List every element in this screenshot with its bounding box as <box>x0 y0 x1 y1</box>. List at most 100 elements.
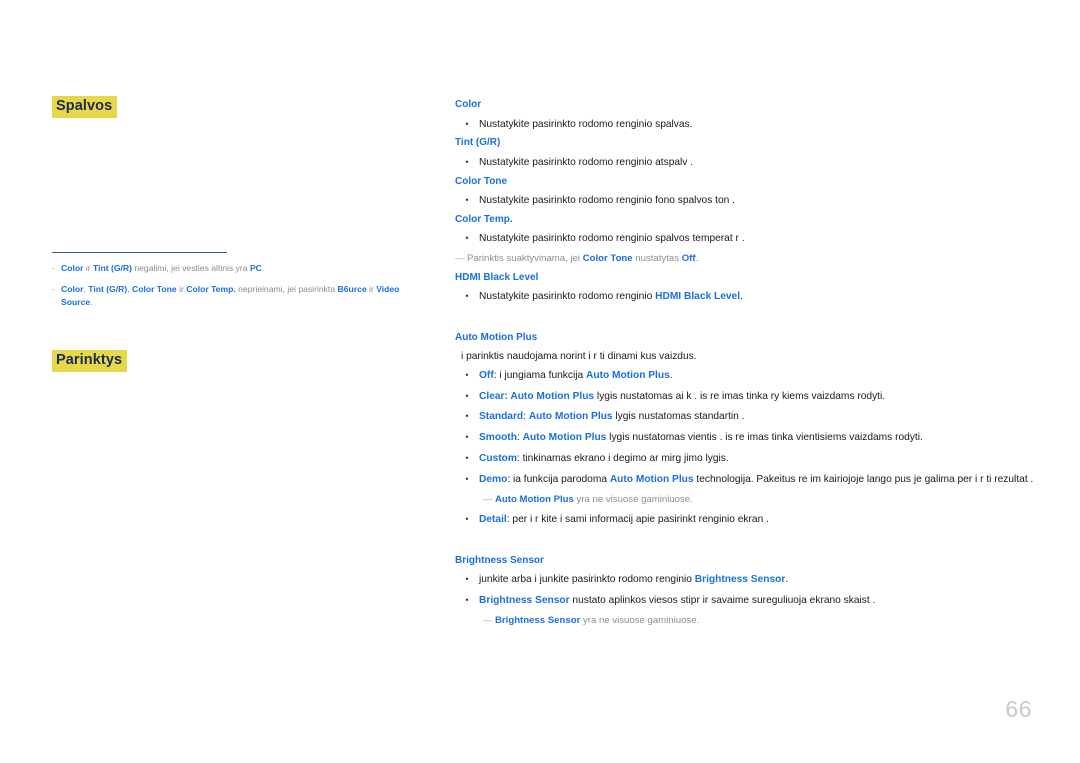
bullet-fragment: Nustatykite pasirinkto rodomo renginio s… <box>479 118 693 130</box>
bullet-dot-icon: • <box>465 390 469 401</box>
right-column: Color • Nustatykite pasirinkto rodomo reng… <box>455 99 1040 633</box>
note-fragment: Tint (G/R) <box>88 284 128 295</box>
bullet-fragment: Auto Motion Plus <box>609 473 694 485</box>
bullet-text: Off: i jungiama funkcija Auto Motion Plu… <box>479 368 1040 384</box>
bullet-dot-icon: • <box>465 473 469 484</box>
note-dash-icon: - <box>52 284 55 295</box>
left-notes-block: - Color ir Tint (G/R) negalimi, jei vesti… <box>52 252 427 317</box>
page-number: 66 <box>1005 696 1032 722</box>
bullet-fragment: Nustatykite pasirinkto rodomo renginio f… <box>479 195 735 207</box>
note-dash-icon: — <box>483 493 493 505</box>
bullet-fragment: Nustatykite pasirinkto rodomo renginio <box>479 291 656 303</box>
bullet-fragment: lygis nustatomas standartin . <box>612 411 745 423</box>
section-heading-options: Parinktys <box>52 350 128 372</box>
bullet-item: • Smooth: Auto Motion Plus lygis nustatom… <box>455 430 1040 446</box>
bullet-item: • Nustatykite pasirinkto rodomo renginio … <box>455 155 1040 171</box>
bullet-text: Nustatykite pasirinkto rodomo renginio H… <box>479 289 1040 305</box>
bullet-fragment: Auto Motion Plus <box>522 432 607 444</box>
bullet-item: • Custom: tinkinamas ekrano i degimo ar m… <box>455 451 1040 467</box>
note-text: Color ir Tint (G/R) negalimi, jei vestie… <box>61 262 427 274</box>
note-divider <box>52 252 227 253</box>
bullet-fragment: : tinkinamas ekrano i degimo ar mirg jim… <box>516 453 729 464</box>
bullet-dot-icon: • <box>465 574 469 585</box>
bullet-text: Brightness Sensor nustato aplinkos vieso… <box>479 593 1040 609</box>
bullet-dot-icon: • <box>465 411 469 422</box>
bullet-fragment: : per i r kite i sami informacij apie pa… <box>506 514 769 526</box>
left-column: Spalvos <box>52 96 432 118</box>
bullet-text: Nustatykite pasirinkto rodomo renginio f… <box>479 193 1040 209</box>
bullet-item: • Clear: Auto Motion Plus lygis nustatoma… <box>455 389 1040 405</box>
note-fragment: ir <box>83 263 93 273</box>
bullet-dot-icon: • <box>465 514 469 525</box>
bullet-dot-icon: • <box>465 291 469 302</box>
bullet-fragment: Brightness Sensor <box>479 595 570 607</box>
note-fragment: Color <box>61 284 84 295</box>
bullet-fragment: Brightness Sensor <box>694 574 786 586</box>
bullet-fragment: Standard <box>479 411 524 423</box>
content-blocks: Color • Nustatykite pasirinkto rodomo reng… <box>455 99 1040 628</box>
bullet-fragment: Auto Motion Plus <box>586 369 670 381</box>
manual-page: Spalvos - Color ir Tint (G/R) negalimi, j… <box>0 0 1080 763</box>
note-fragment: neprieinami, jei pasirinkta <box>235 284 338 295</box>
bullet-fragment: : i jungiama funkcija <box>493 369 587 381</box>
bullet-text: junkite arba i junkite pasirinkto rodomo… <box>479 572 1040 588</box>
note-list: - Color ir Tint (G/R) negalimi, jei vesti… <box>52 262 427 308</box>
bullet-fragment: Custom <box>479 453 517 464</box>
note-fragment: ir <box>366 284 377 295</box>
bullet-item: • Demo: ia funkcija parodoma Auto Motion … <box>455 472 1040 488</box>
bullet-fragment: . <box>785 574 789 586</box>
note-fragment: negalimi, jei vesties altinis yra <box>131 263 250 273</box>
sub-note-text: Brightness Sensor yra ne visuose gaminiu… <box>495 614 1040 628</box>
subnote-fragment: Color Tone <box>582 253 633 265</box>
bullet-fragment: Auto Motion Plus <box>510 390 595 402</box>
bullet-text: Nustatykite pasirinkto rodomo renginio a… <box>479 155 1040 171</box>
subnote-fragment: Off <box>681 253 696 265</box>
bullet-text: Custom: tinkinamas ekrano i degimo ar mi… <box>479 451 1040 467</box>
setting-heading: Color <box>455 99 482 110</box>
sub-note: — Brightness Sensor yra ne visuose gamini… <box>483 614 1040 628</box>
bullet-text: Clear: Auto Motion Plus lygis nustatomas… <box>479 389 1040 405</box>
bullet-fragment: Detail <box>479 514 507 526</box>
paragraph: i parinktis naudojama norint i r ti dina… <box>461 349 1040 364</box>
note-fragment: Color <box>61 263 84 273</box>
bullet-text: Smooth: Auto Motion Plus lygis nustatoma… <box>479 430 1040 446</box>
sub-note: — Parinktis suaktyvinama, jei Color Tone … <box>455 252 1040 266</box>
note-item: - Color ir Tint (G/R) negalimi, jei vesti… <box>52 262 427 274</box>
bullet-dot-icon: • <box>465 432 469 443</box>
note-dash-icon: — <box>455 253 465 265</box>
note-fragment: Tint (G/R) <box>92 263 132 273</box>
bullet-fragment: lygis nustatomas vientis . is re imas ti… <box>606 432 923 444</box>
bullet-fragment: lygis nustatomas ai k . is re imas tinka… <box>594 390 886 402</box>
bullet-text: Standard: Auto Motion Plus lygis nustato… <box>479 409 1040 425</box>
bullet-fragment: Demo <box>479 473 508 485</box>
note-fragment: Color Tone <box>131 284 177 295</box>
paragraph-fragment: i parinktis naudojama norint i r ti dina… <box>461 351 697 363</box>
note-fragment: . <box>90 296 93 307</box>
bullet-fragment: . <box>740 291 743 303</box>
bullet-fragment: Nustatykite pasirinkto rodomo renginio s… <box>479 233 745 245</box>
bullet-item: • Nustatykite pasirinkto rodomo renginio … <box>455 231 1040 247</box>
bullet-dot-icon: • <box>465 453 469 463</box>
bullet-fragment: : ia funkcija parodoma <box>507 473 610 485</box>
bullet-fragment: Auto Motion Plus <box>528 411 613 423</box>
bullet-dot-icon: • <box>465 233 469 244</box>
bullet-item: • Standard: Auto Motion Plus lygis nustat… <box>455 409 1040 425</box>
subnote-fragment: Auto Motion Plus <box>495 493 574 505</box>
setting-heading: Color Temp. <box>455 213 513 225</box>
sub-note: — Auto Motion Plus yra ne visuose gaminiu… <box>483 493 1040 507</box>
bullet-fragment: Nustatykite pasirinkto rodomo renginio a… <box>479 156 694 168</box>
subnote-fragment: Parinktis suaktyvinama, jei <box>467 253 583 265</box>
bullet-fragment: Off <box>479 369 494 381</box>
note-dash-icon: — <box>483 614 493 626</box>
bullet-item: • Off: i jungiama funkcija Auto Motion Pl… <box>455 368 1040 384</box>
bullet-item: • Brightness Sensor nustato aplinkos vies… <box>455 593 1040 609</box>
setting-heading: Color Tone <box>455 175 508 187</box>
setting-heading: Auto Motion Plus <box>455 331 538 343</box>
subnote-fragment: Brightness Sensor <box>495 614 581 626</box>
bullet-fragment: . <box>669 369 673 381</box>
sub-note-text: Parinktis suaktyvinama, jei Color Tone n… <box>467 252 1040 266</box>
bullet-fragment: technologija. Pakeitus re im kairiojoje … <box>693 473 1034 485</box>
bullet-dot-icon: • <box>465 595 469 606</box>
bullet-dot-icon: • <box>465 195 469 206</box>
